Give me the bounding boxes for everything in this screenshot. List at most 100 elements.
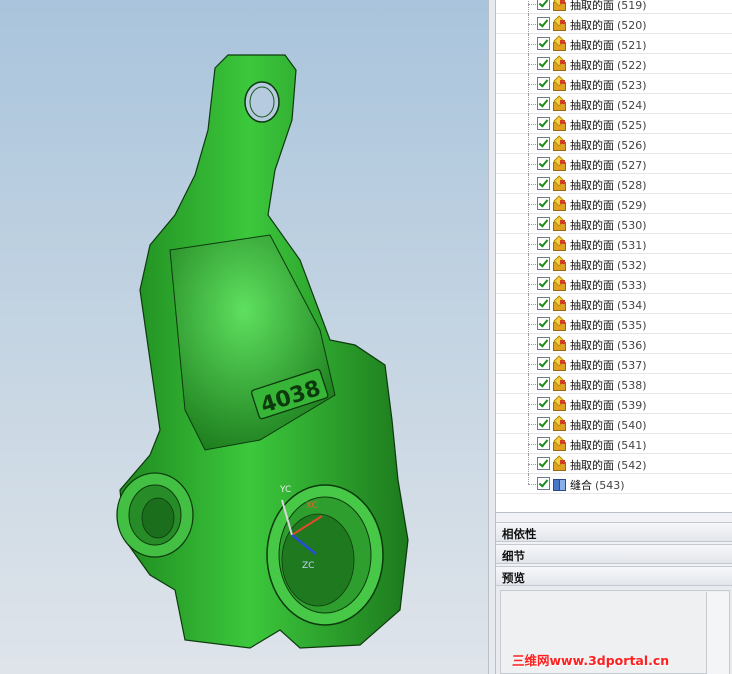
tree-node[interactable]: 抽取的面 (531)	[496, 234, 732, 254]
tree-node-label: 抽取的面 (536)	[570, 339, 647, 352]
extracted-face-icon	[552, 355, 566, 371]
tree-node-label: 抽取的面 (534)	[570, 299, 647, 312]
tree-node[interactable]: 抽取的面 (542)	[496, 454, 732, 474]
feature-tree[interactable]: 抽取的面 (519) 抽取的面 (520) 抽取的面 (521) 抽取的面 (522) 抽取的面…	[496, 0, 732, 513]
visibility-checkbox[interactable]	[537, 97, 550, 110]
visibility-checkbox[interactable]	[537, 37, 550, 50]
tree-connector	[528, 224, 536, 225]
tree-node[interactable]: 抽取的面 (520)	[496, 14, 732, 34]
visibility-checkbox[interactable]	[537, 317, 550, 330]
extracted-face-icon	[552, 175, 566, 191]
visibility-checkbox[interactable]	[537, 177, 550, 190]
tree-connector	[528, 464, 536, 465]
tree-node-label: 抽取的面 (523)	[570, 79, 647, 92]
visibility-checkbox[interactable]	[537, 277, 550, 290]
tree-node-label: 抽取的面 (540)	[570, 419, 647, 432]
tree-node[interactable]: 缝合 (543)	[496, 474, 732, 494]
visibility-checkbox[interactable]	[537, 437, 550, 450]
tree-node[interactable]: 抽取的面 (532)	[496, 254, 732, 274]
tree-node-label: 抽取的面 (520)	[570, 19, 647, 32]
tree-node[interactable]: 抽取的面 (525)	[496, 114, 732, 134]
tree-node-label: 抽取的面 (522)	[570, 59, 647, 72]
tree-node[interactable]: 抽取的面 (536)	[496, 334, 732, 354]
extracted-face-icon	[552, 455, 566, 471]
extracted-face-icon	[552, 15, 566, 31]
tree-connector	[528, 144, 536, 145]
graphics-window[interactable]: 4038 XC YC ZC	[0, 0, 488, 674]
visibility-checkbox[interactable]	[537, 117, 550, 130]
tree-node[interactable]: 抽取的面 (524)	[496, 94, 732, 114]
visibility-checkbox[interactable]	[537, 77, 550, 90]
visibility-checkbox[interactable]	[537, 157, 550, 170]
visibility-checkbox[interactable]	[537, 57, 550, 70]
visibility-checkbox[interactable]	[537, 357, 550, 370]
visibility-checkbox[interactable]	[537, 337, 550, 350]
details-panel-header[interactable]: 细节	[496, 544, 732, 564]
visibility-checkbox[interactable]	[537, 417, 550, 430]
watermark: 三维网www.3dportal.cn	[512, 653, 670, 668]
tree-node-label: 缝合 (543)	[570, 479, 625, 492]
extracted-face-icon	[552, 0, 566, 11]
tree-connector	[528, 404, 536, 405]
tree-node[interactable]: 抽取的面 (538)	[496, 374, 732, 394]
extracted-face-icon	[552, 195, 566, 211]
extracted-face-icon	[552, 95, 566, 111]
tree-node-label: 抽取的面 (526)	[570, 139, 647, 152]
tree-node-label: 抽取的面 (532)	[570, 259, 647, 272]
tree-node[interactable]: 抽取的面 (539)	[496, 394, 732, 414]
tree-connector	[528, 24, 536, 25]
visibility-checkbox[interactable]	[537, 0, 550, 10]
tree-node-label: 抽取的面 (542)	[570, 459, 647, 472]
tree-node-label: 抽取的面 (535)	[570, 319, 647, 332]
tree-node-label: 抽取的面 (539)	[570, 399, 647, 412]
resize-sash[interactable]	[488, 0, 496, 674]
extracted-face-icon	[552, 155, 566, 171]
tree-node[interactable]: 抽取的面 (534)	[496, 294, 732, 314]
dependencies-panel-header[interactable]: 相依性	[496, 522, 732, 542]
extracted-face-icon	[552, 135, 566, 151]
visibility-checkbox[interactable]	[537, 217, 550, 230]
tree-node[interactable]: 抽取的面 (535)	[496, 314, 732, 334]
tree-node[interactable]: 抽取的面 (530)	[496, 214, 732, 234]
tree-connector	[528, 184, 536, 185]
tree-node[interactable]: 抽取的面 (522)	[496, 54, 732, 74]
visibility-checkbox[interactable]	[537, 397, 550, 410]
tree-node[interactable]: 抽取的面 (519)	[496, 0, 732, 14]
tree-node[interactable]: 抽取的面 (529)	[496, 194, 732, 214]
tree-node[interactable]: 抽取的面 (523)	[496, 74, 732, 94]
tree-connector	[528, 444, 536, 445]
tree-node[interactable]: 抽取的面 (528)	[496, 174, 732, 194]
tree-node-label: 抽取的面 (525)	[570, 119, 647, 132]
visibility-checkbox[interactable]	[537, 197, 550, 210]
tree-node-label: 抽取的面 (527)	[570, 159, 647, 172]
part-model[interactable]: 4038 XC YC ZC	[0, 0, 488, 674]
tree-node[interactable]: 抽取的面 (540)	[496, 414, 732, 434]
dependencies-title: 相依性	[502, 527, 537, 541]
extracted-face-icon	[552, 375, 566, 391]
tree-node[interactable]: 抽取的面 (533)	[496, 274, 732, 294]
visibility-checkbox[interactable]	[537, 297, 550, 310]
visibility-checkbox[interactable]	[537, 137, 550, 150]
visibility-checkbox[interactable]	[537, 477, 550, 490]
visibility-checkbox[interactable]	[537, 377, 550, 390]
extracted-face-icon	[552, 75, 566, 91]
tree-node[interactable]: 抽取的面 (541)	[496, 434, 732, 454]
preview-panel-header[interactable]: 预览	[496, 566, 732, 586]
tree-node-label: 抽取的面 (528)	[570, 179, 647, 192]
tree-connector	[528, 474, 529, 484]
extracted-face-icon	[552, 235, 566, 251]
preview-title: 预览	[502, 571, 525, 585]
tree-connector	[528, 0, 529, 14]
preview-scrollbar[interactable]	[706, 592, 729, 674]
extracted-face-icon	[552, 55, 566, 71]
tree-node[interactable]: 抽取的面 (537)	[496, 354, 732, 374]
visibility-checkbox[interactable]	[537, 17, 550, 30]
tree-node[interactable]: 抽取的面 (526)	[496, 134, 732, 154]
details-title: 细节	[502, 549, 525, 563]
tree-node[interactable]: 抽取的面 (521)	[496, 34, 732, 54]
visibility-checkbox[interactable]	[537, 237, 550, 250]
tree-node[interactable]: 抽取的面 (527)	[496, 154, 732, 174]
visibility-checkbox[interactable]	[537, 257, 550, 270]
visibility-checkbox[interactable]	[537, 457, 550, 470]
tree-node-label: 抽取的面 (519)	[570, 0, 647, 12]
